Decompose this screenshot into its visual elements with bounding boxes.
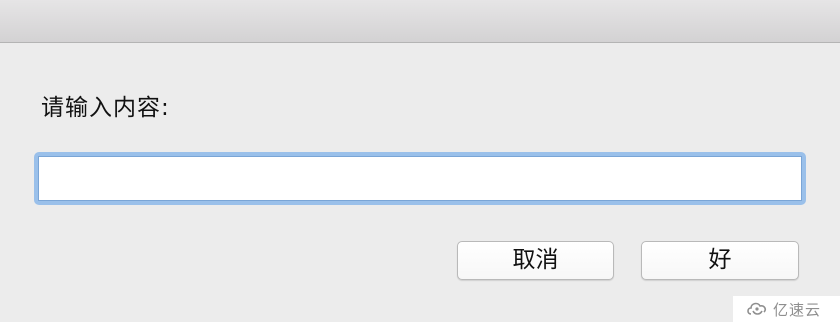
ok-button[interactable]: 好 — [641, 241, 799, 280]
watermark: 亿速云 — [733, 296, 840, 322]
input-dialog: 请输入内容: 取消 好 亿速云 — [0, 0, 840, 322]
cancel-button[interactable]: 取消 — [457, 241, 614, 280]
text-input[interactable] — [38, 156, 802, 201]
cloud-logo-icon — [745, 300, 769, 318]
title-bar[interactable] — [0, 0, 840, 43]
text-input-focus-ring — [34, 152, 806, 205]
watermark-text: 亿速云 — [773, 300, 822, 319]
prompt-label: 请输入内容: — [41, 95, 170, 121]
